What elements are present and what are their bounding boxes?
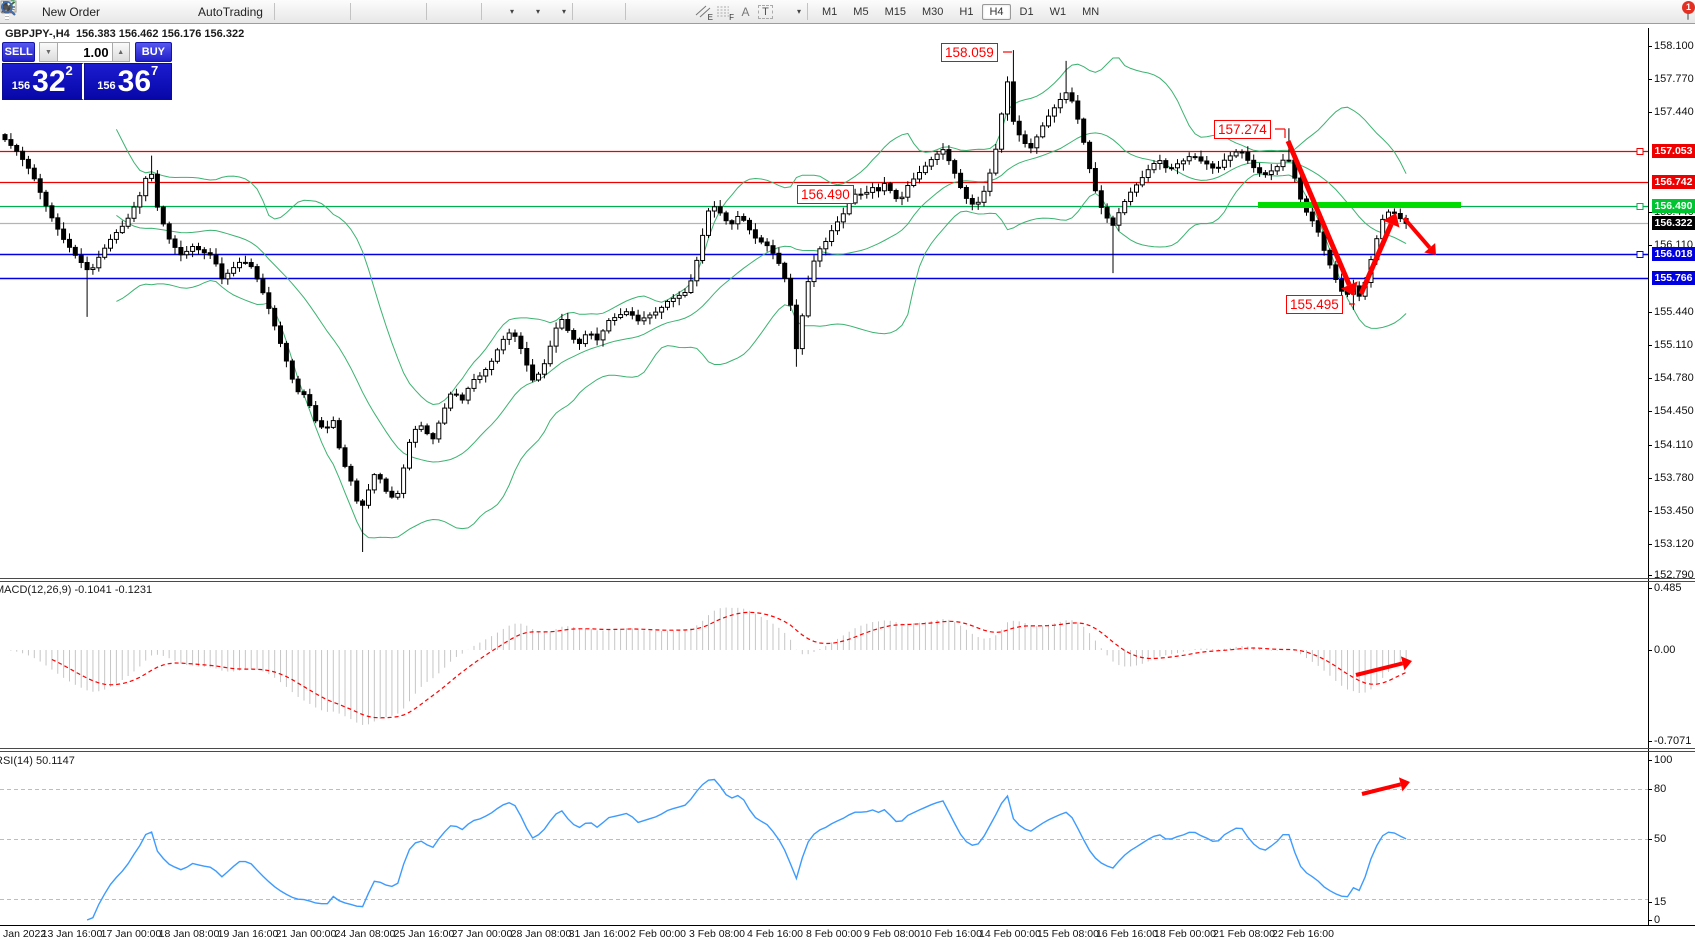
signal-icon[interactable] (149, 4, 166, 20)
indicators-caret[interactable]: ▾ (510, 7, 514, 16)
periods-icon[interactable] (516, 4, 533, 20)
search-icon[interactable] (1660, 4, 1677, 20)
notification-badge: 1 (1682, 1, 1695, 14)
trend-arrow (1356, 663, 1403, 675)
autotrading-button[interactable]: AutoTrading (168, 3, 268, 21)
timeframe-group: M1M5M15M30H1H4D1W1MN (812, 0, 1109, 23)
timeframe-button-W1[interactable]: W1 (1043, 4, 1074, 20)
timeframe-button-D1[interactable]: D1 (1013, 4, 1041, 20)
toolbar-separator (481, 3, 482, 20)
toolbar-separator (625, 3, 626, 20)
trendline-icon[interactable] (674, 4, 691, 20)
rsi-layer (0, 780, 1648, 921)
trend-arrow (1404, 218, 1430, 248)
line-chart-icon[interactable] (325, 4, 342, 20)
crosshair-icon[interactable] (602, 4, 619, 20)
bar-chart-icon[interactable] (283, 4, 300, 20)
toolbar-group-charttypes (279, 0, 346, 23)
timeframe-button-MN[interactable]: MN (1075, 4, 1106, 20)
toolbar-separator (807, 3, 808, 20)
ask-price-box[interactable]: 156 36 7 (84, 63, 172, 100)
toolbar-separator (572, 3, 573, 20)
cursor-icon[interactable] (581, 4, 598, 20)
ask-pips: 36 (118, 68, 151, 96)
arrows-tool-icon[interactable] (777, 4, 794, 20)
ohlc-close: 156.322 (204, 28, 244, 40)
periods-caret[interactable]: ▾ (536, 7, 540, 16)
toolbar-separator (426, 3, 427, 20)
zoom-out-icon[interactable] (380, 4, 397, 20)
ask-big-figure: 156 (97, 76, 115, 96)
new-order-button[interactable]: New Order (12, 3, 105, 21)
timeframe-button-M30[interactable]: M30 (915, 4, 950, 20)
toolbar-group-shift (431, 0, 477, 23)
fibonacci-icon[interactable]: F (716, 4, 733, 20)
toolbar-group-standard: New Order AutoTrading (0, 0, 270, 23)
candlestick-chart-icon[interactable] (304, 4, 321, 20)
autotrading-label: AutoTrading (198, 5, 263, 19)
text-label-tool-icon[interactable]: T (758, 5, 773, 19)
ohlc-open: 156.383 (76, 28, 116, 40)
zoom-in-icon[interactable] (359, 4, 376, 20)
sell-button[interactable]: SELL (2, 42, 35, 62)
chart-shift-icon[interactable] (435, 4, 452, 20)
tile-windows-icon[interactable] (401, 4, 418, 20)
one-click-trading-panel: SELL ▼ ▲ BUY 156 32 2 156 36 7 (2, 42, 172, 100)
timeframe-button-M5[interactable]: M5 (846, 4, 875, 20)
gold-icon[interactable] (107, 4, 124, 20)
text-tool-icon[interactable]: A (737, 4, 754, 20)
timeframe-button-H4[interactable]: H4 (982, 4, 1010, 20)
buy-button[interactable]: BUY (135, 42, 172, 62)
toolbar-group-zoom (355, 0, 422, 23)
templates-caret[interactable]: ▾ (562, 7, 566, 16)
main-toolbar: New Order AutoTrading (0, 0, 1695, 24)
indicators-icon[interactable] (490, 4, 507, 20)
main-chart-layer (0, 50, 1648, 552)
timeframe-button-M15[interactable]: M15 (878, 4, 913, 20)
bid-big-figure: 156 (12, 76, 30, 96)
chart-canvas[interactable] (0, 0, 1695, 940)
ohlc-low: 156.176 (162, 28, 202, 40)
arrows-tool-caret[interactable]: ▾ (797, 7, 801, 16)
candle-wicks (5, 50, 1406, 552)
notifications-button[interactable]: 1 (1687, 5, 1689, 19)
history-icon[interactable] (128, 4, 145, 20)
volume-increase-button[interactable]: ▲ (112, 42, 130, 62)
toolbar-separator (274, 3, 275, 20)
timeframe-button-H1[interactable]: H1 (952, 4, 980, 20)
autotrading-icon (175, 4, 192, 20)
volume-input[interactable] (58, 42, 112, 62)
bid-pipette: 2 (66, 65, 73, 77)
ohlc-high: 156.462 (119, 28, 159, 40)
equidistant-channel-icon[interactable]: E (695, 4, 712, 20)
bid-price-box[interactable]: 156 32 2 (2, 63, 84, 100)
trend-arrow (1361, 224, 1391, 294)
templates-icon[interactable] (542, 4, 559, 20)
symbol-ohlc-line: GBPJPY-,H4 156.383 156.462 156.176 156.3… (5, 28, 244, 40)
green-resistance-bar (1258, 202, 1461, 208)
toolbar-right-group: 1 (1658, 4, 1695, 20)
volume-decrease-button[interactable]: ▼ (39, 42, 57, 62)
horizontal-line-icon[interactable] (653, 4, 670, 20)
trend-arrow (1288, 141, 1349, 285)
auto-scroll-icon[interactable] (456, 4, 473, 20)
macd-layer (5, 608, 1406, 725)
bid-pips: 32 (32, 68, 65, 96)
symbol-title: GBPJPY-,H4 (5, 28, 70, 40)
toolbar-group-indicators: ▾ ▾ ▾ (486, 0, 568, 23)
new-order-label: New Order (42, 5, 100, 19)
toolbar-separator (350, 3, 351, 20)
timeframe-button-M1[interactable]: M1 (815, 4, 844, 20)
ask-pipette: 7 (151, 65, 158, 77)
vertical-line-icon[interactable] (632, 4, 649, 20)
toolbar-group-drawing: E F A T ▾ (577, 0, 803, 23)
new-order-icon (19, 4, 36, 20)
